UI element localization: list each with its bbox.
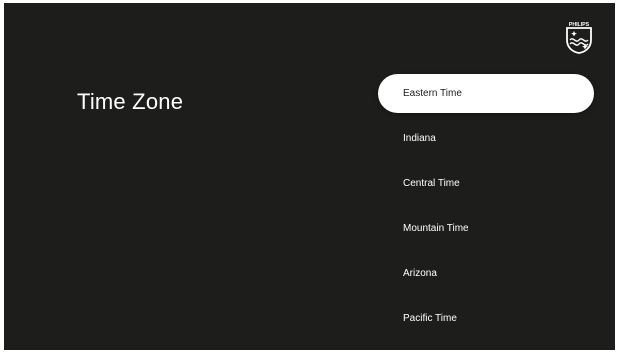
tv-settings-screen: PHILIPS Time Zone Eastern Time Indiana C… xyxy=(4,3,615,350)
time-zone-option-mountain[interactable]: Mountain Time xyxy=(378,209,594,248)
brand-wordmark: PHILIPS xyxy=(569,22,590,28)
time-zone-option-label: Pacific Time xyxy=(403,313,457,324)
philips-logo-icon: PHILIPS xyxy=(566,20,592,54)
time-zone-option-pacific[interactable]: Pacific Time xyxy=(378,299,594,338)
time-zone-option-label: Central Time xyxy=(403,178,460,189)
time-zone-list: Eastern Time Indiana Central Time Mounta… xyxy=(378,74,594,344)
time-zone-option-label: Mountain Time xyxy=(403,223,469,234)
time-zone-option-label: Eastern Time xyxy=(403,88,462,99)
time-zone-option-central[interactable]: Central Time xyxy=(378,164,594,203)
time-zone-option-arizona[interactable]: Arizona xyxy=(378,254,594,293)
time-zone-option-eastern[interactable]: Eastern Time xyxy=(378,74,594,113)
time-zone-option-label: Arizona xyxy=(403,268,437,279)
time-zone-option-label: Indiana xyxy=(403,133,436,144)
page-title: Time Zone xyxy=(77,89,184,114)
time-zone-option-indiana[interactable]: Indiana xyxy=(378,119,594,158)
